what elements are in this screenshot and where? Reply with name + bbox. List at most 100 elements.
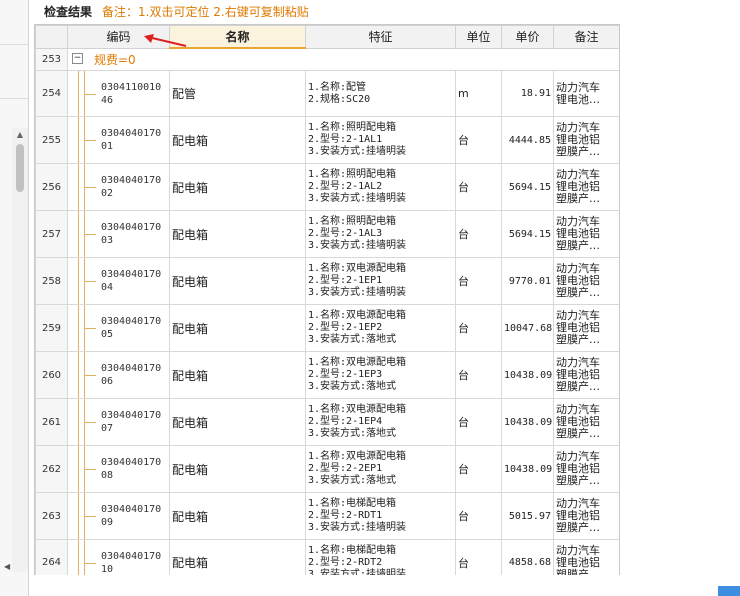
features-cell[interactable]: 1.名称:双电源配电箱 2.型号:2-1EP1 3.安装方式:挂墙明装 <box>305 257 456 305</box>
unit-cell[interactable]: 台 <box>455 210 502 258</box>
features-cell[interactable]: 1.名称:双电源配电箱 2.型号:2-1EP3 3.安装方式:落地式 <box>305 351 456 399</box>
remark-cell[interactable]: 动力汽车 锂电池铝 塑膜产… <box>553 304 619 352</box>
unit-cell[interactable]: 台 <box>455 492 502 540</box>
column-header-unit[interactable]: 单位 <box>455 25 502 49</box>
remark-line: 塑膜产… <box>556 333 600 346</box>
unit-cell[interactable]: 台 <box>455 539 502 575</box>
name-cell[interactable]: 配电箱 <box>169 351 306 399</box>
code-cell[interactable]: 030411001046 <box>67 70 170 117</box>
unit-cell[interactable]: 台 <box>455 116 502 164</box>
remark-cell[interactable]: 动力汽车 锂电池铝 塑膜产… <box>553 398 619 446</box>
unit-cell[interactable]: 台 <box>455 445 502 493</box>
vertical-scrollbar[interactable]: ▲ <box>12 128 28 572</box>
code-cell[interactable]: 030404017004 <box>67 257 170 305</box>
code-cell[interactable]: 030404017010 <box>67 539 170 575</box>
price-cell[interactable]: 10438.09 <box>501 398 554 446</box>
table-row[interactable]: 260 030404017006 配电箱 1.名称:双电源配电箱 2.型号:2-1EP3… <box>35 351 619 399</box>
feature-line: 1.名称:照明配电箱 <box>308 122 397 133</box>
features-cell[interactable]: 1.名称:照明配电箱 2.型号:2-1AL3 3.安装方式:挂墙明装 <box>305 210 456 258</box>
name-cell[interactable]: 配电箱 <box>169 210 306 258</box>
table-row[interactable]: 262 030404017008 配电箱 1.名称:双电源配电箱 2.型号:2-2EP1… <box>35 445 619 493</box>
table-row[interactable]: 254 030411001046 配管 1.名称:配管 2.规格:SC20 m 18.91 动… <box>35 70 619 117</box>
remark-line: 锂电池铝 <box>556 555 600 569</box>
features-cell[interactable]: 1.名称:双电源配电箱 2.型号:2-1EP4 3.安装方式:落地式 <box>305 398 456 446</box>
name-cell[interactable]: 配电箱 <box>169 116 306 164</box>
table-row[interactable]: 256 030404017002 配电箱 1.名称:照明配电箱 2.型号:2-1AL2 3… <box>35 163 619 211</box>
remark-cell[interactable]: 动力汽车 锂电池… <box>553 70 619 117</box>
minus-box-icon[interactable]: − <box>72 53 83 64</box>
code-cell[interactable]: 030404017006 <box>67 351 170 399</box>
price-cell[interactable]: 10438.09 <box>501 351 554 399</box>
unit-cell[interactable]: m <box>455 70 502 117</box>
price-cell[interactable]: 9770.01 <box>501 257 554 305</box>
price-cell[interactable]: 5015.97 <box>501 492 554 540</box>
price-cell[interactable]: 5694.15 <box>501 210 554 258</box>
name-cell[interactable]: 配电箱 <box>169 257 306 305</box>
remark-cell[interactable]: 动力汽车 锂电池铝 塑膜产… <box>553 116 619 164</box>
name-cell[interactable]: 配电箱 <box>169 398 306 446</box>
name-cell[interactable]: 配电箱 <box>169 492 306 540</box>
remark-cell[interactable]: 动力汽车 锂电池铝 塑膜产… <box>553 163 619 211</box>
remark-cell[interactable]: 动力汽车 锂电池铝 塑膜产… <box>553 539 619 575</box>
name-cell[interactable]: 配电箱 <box>169 539 306 575</box>
corner-button[interactable] <box>718 586 740 596</box>
feature-line: 2.型号:2-1EP2 <box>308 322 383 333</box>
table-row[interactable]: 258 030404017004 配电箱 1.名称:双电源配电箱 2.型号:2-1EP1… <box>35 257 619 305</box>
code-cell[interactable]: 030404017001 <box>67 116 170 164</box>
price-cell[interactable]: 10047.68 <box>501 304 554 352</box>
group-row[interactable]: 253 − 规费=0 <box>35 47 619 71</box>
price-cell[interactable]: 10438.09 <box>501 445 554 493</box>
features-cell[interactable]: 1.名称:双电源配电箱 2.型号:2-2EP1 3.安装方式:落地式 <box>305 445 456 493</box>
remark-cell[interactable]: 动力汽车 锂电池铝 塑膜产… <box>553 445 619 493</box>
table-row[interactable]: 264 030404017010 配电箱 1.名称:电梯配电箱 2.型号:2-RDT2 3… <box>35 539 619 575</box>
group-cell[interactable]: − 规费=0 <box>67 47 619 71</box>
column-header-name[interactable]: 名称 <box>169 25 306 49</box>
name-cell[interactable]: 配电箱 <box>169 304 306 352</box>
remark-cell[interactable]: 动力汽车 锂电池铝 塑膜产… <box>553 492 619 540</box>
column-header-price[interactable]: 单价 <box>501 25 554 49</box>
unit-cell[interactable]: 台 <box>455 163 502 211</box>
table-row[interactable]: 257 030404017003 配电箱 1.名称:照明配电箱 2.型号:2-1AL3 3… <box>35 210 619 258</box>
price-cell[interactable]: 4858.68 <box>501 539 554 575</box>
chevron-up-icon[interactable]: ▲ <box>12 128 28 142</box>
column-header-remark[interactable]: 备注 <box>553 25 619 49</box>
price-cell[interactable]: 4444.85 <box>501 116 554 164</box>
results-grid[interactable]: 编码 名称 特征 单位 单价 备注 253 − 规费=0 254 03041100… <box>34 24 620 576</box>
features-cell[interactable]: 1.名称:配管 2.规格:SC20 <box>305 70 456 117</box>
code-cell[interactable]: 030404017007 <box>67 398 170 446</box>
table-row[interactable]: 255 030404017001 配电箱 1.名称:照明配电箱 2.型号:2-1AL1 3… <box>35 116 619 164</box>
table-row[interactable]: 263 030404017009 配电箱 1.名称:电梯配电箱 2.型号:2-RDT1 3… <box>35 492 619 540</box>
price-cell[interactable]: 18.91 <box>501 70 554 117</box>
features-cell[interactable]: 1.名称:电梯配电箱 2.型号:2-RDT2 3.安装方式:挂墙明装 <box>305 539 456 575</box>
feature-line: 3.安装方式:落地式 <box>308 428 397 439</box>
remark-cell[interactable]: 动力汽车 锂电池铝 塑膜产… <box>553 257 619 305</box>
remark-cell[interactable]: 动力汽车 锂电池铝 塑膜产… <box>553 351 619 399</box>
features-cell[interactable]: 1.名称:照明配电箱 2.型号:2-1AL2 3.安装方式:挂墙明装 <box>305 163 456 211</box>
unit-cell[interactable]: 台 <box>455 304 502 352</box>
price-cell[interactable]: 5694.15 <box>501 163 554 211</box>
features-cell[interactable]: 1.名称:照明配电箱 2.型号:2-1AL1 3.安装方式:挂墙明装 <box>305 116 456 164</box>
remark-cell[interactable]: 动力汽车 锂电池铝 塑膜产… <box>553 210 619 258</box>
feature-line: 2.规格:SC20 <box>308 93 371 105</box>
code-cell[interactable]: 030404017005 <box>67 304 170 352</box>
code-cell[interactable]: 030404017008 <box>67 445 170 493</box>
unit-cell[interactable]: 台 <box>455 351 502 399</box>
features-cell[interactable]: 1.名称:电梯配电箱 2.型号:2-RDT1 3.安装方式:挂墙明装 <box>305 492 456 540</box>
table-row[interactable]: 259 030404017005 配电箱 1.名称:双电源配电箱 2.型号:2-1EP2… <box>35 304 619 352</box>
name-cell[interactable]: 配电箱 <box>169 445 306 493</box>
code-cell[interactable]: 030404017002 <box>67 163 170 211</box>
group-label: 规费=0 <box>94 53 136 67</box>
item-code: 030404017005 <box>101 316 162 340</box>
unit-cell[interactable]: 台 <box>455 257 502 305</box>
chevron-left-icon[interactable]: ◀ <box>4 562 10 571</box>
column-header-features[interactable]: 特征 <box>305 25 456 49</box>
scroll-thumb[interactable] <box>16 144 24 192</box>
name-cell[interactable]: 配管 <box>169 70 306 117</box>
code-cell[interactable]: 030404017003 <box>67 210 170 258</box>
features-cell[interactable]: 1.名称:双电源配电箱 2.型号:2-1EP2 3.安装方式:落地式 <box>305 304 456 352</box>
tree-line <box>78 71 79 116</box>
name-cell[interactable]: 配电箱 <box>169 163 306 211</box>
unit-cell[interactable]: 台 <box>455 398 502 446</box>
code-cell[interactable]: 030404017009 <box>67 492 170 540</box>
table-row[interactable]: 261 030404017007 配电箱 1.名称:双电源配电箱 2.型号:2-1EP4… <box>35 398 619 446</box>
